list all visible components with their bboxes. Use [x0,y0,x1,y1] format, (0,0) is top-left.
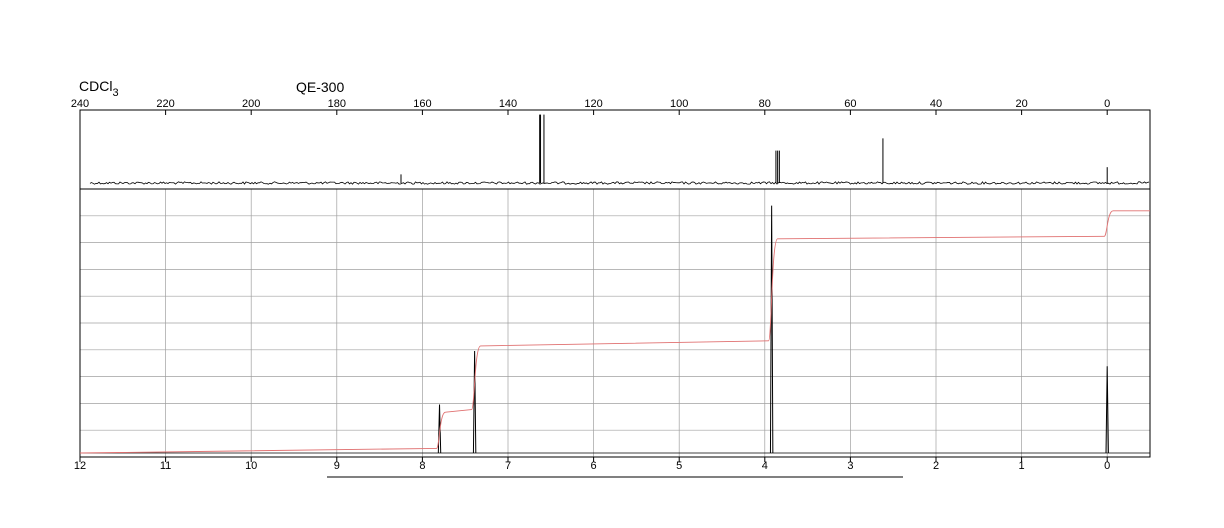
solvent-subscript: 3 [112,87,118,99]
instrument-label: QE-300 [296,79,344,95]
c13-tick-label: 220 [156,98,174,110]
c13-tick-label: 0 [1104,98,1110,110]
h1-tick-label: 4 [762,460,768,472]
h1-tick-label: 7 [505,460,511,472]
c13-tick-label: 40 [930,98,942,110]
h1-tick-label: 8 [419,460,425,472]
solvent-text: CDCl [79,78,112,94]
h1-tick-label: 2 [933,460,939,472]
c13-tick-label: 140 [499,98,517,110]
h1-tick-label: 0 [1104,460,1110,472]
h1-tick-label: 11 [160,460,171,472]
h1-tick-label: 12 [74,460,86,472]
h1-tick-label: 1 [1019,460,1025,472]
h1-panel: 12 11 10 9 8 7 6 5 4 3 2 1 0 [74,188,1151,472]
h1-tick-label: 3 [847,460,853,472]
h1-tick-label: 9 [334,460,340,472]
h1-tick-label: 10 [245,460,257,472]
c13-tick-label: 80 [759,98,771,110]
c13-tick-label: 240 [71,98,89,110]
c13-tick-label: 100 [670,98,688,110]
c13-tick-label: 120 [584,98,602,110]
c13-frame [79,109,1151,190]
c13-tick-label: 20 [1015,98,1027,110]
c13-panel: 240 220 200 180 160 140 120 100 80 60 40 20 0 [71,98,1151,190]
c13-tick-label: 200 [242,98,260,110]
h1-integral-curve [79,210,1150,454]
c13-tick-label: 180 [328,98,346,110]
h1-tick-label: 5 [676,460,682,472]
h1-tick-label: 6 [591,460,597,472]
solvent-label: CDCl3 [79,78,119,99]
c13-tick-label: 160 [413,98,431,110]
nmr-spectrum: CDCl3 QE-300 240 220 200 180 160 140 120 100 80 6… [71,78,1151,478]
c13-tick-label: 60 [844,98,856,110]
c13-baseline [89,181,1150,185]
